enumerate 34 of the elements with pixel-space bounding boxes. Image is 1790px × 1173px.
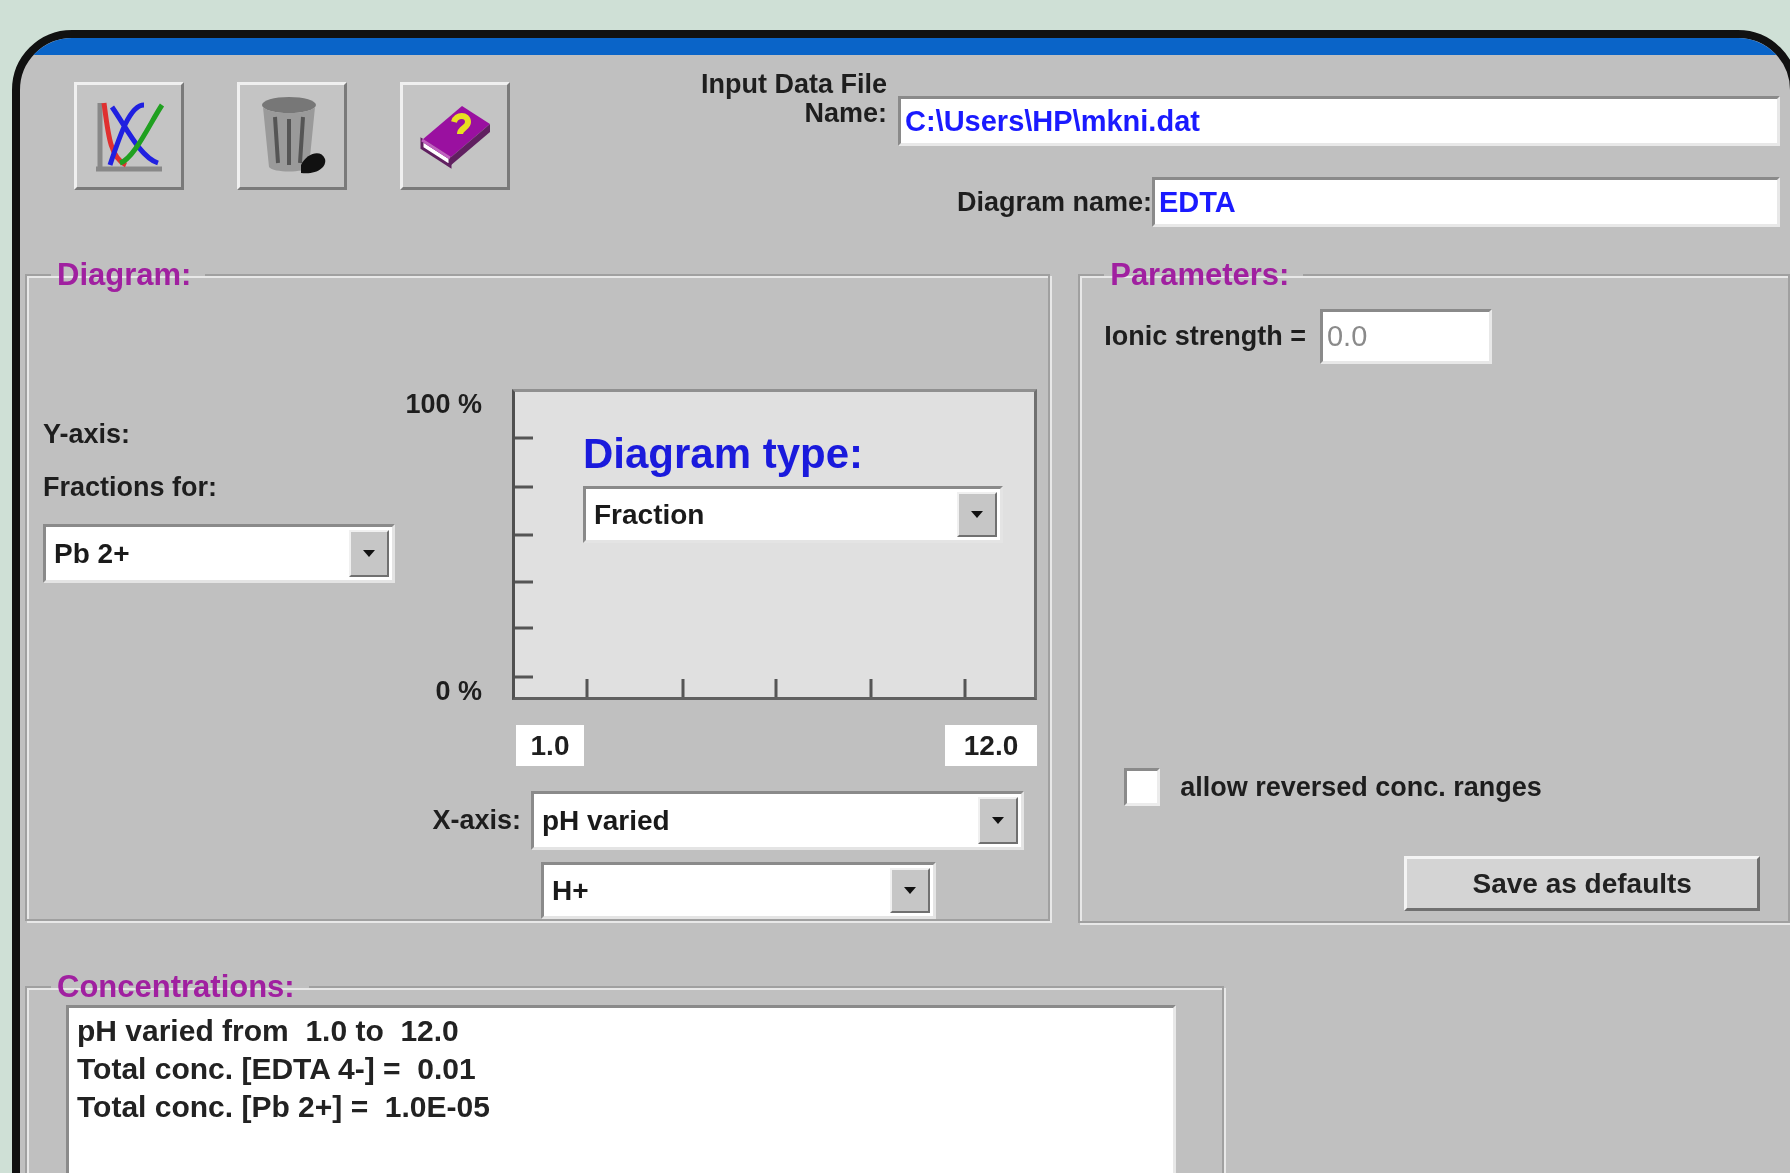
axis-label: 100 % bbox=[405, 389, 482, 420]
save-defaults-button[interactable]: Save as defaults bbox=[1404, 856, 1761, 911]
fractions-label: Fractions for: bbox=[43, 472, 217, 503]
file-name-label: Input Data File Name: bbox=[700, 70, 887, 128]
diagram-name-field[interactable]: EDTA bbox=[1152, 177, 1780, 227]
concentrations-text-box[interactable]: pH varied from 1.0 to 12.0 Total conc. [EDTA 4-] = 0.01 Total conc. [Pb 2+] = 1.0E-05 bbox=[66, 1005, 1176, 1173]
text-line: Total conc. [EDTA 4-] = 0.01 bbox=[77, 1051, 477, 1087]
x-axis-label: X-axis: bbox=[431, 805, 522, 836]
dropdown[interactable]: pH varied bbox=[531, 791, 1024, 850]
text-line: pH varied from 1.0 to 12.0 bbox=[77, 1013, 460, 1049]
x-min-value: 1.0 bbox=[516, 725, 584, 766]
x-max-value: 12.0 bbox=[945, 725, 1037, 766]
group-title: Parameters: bbox=[1110, 257, 1290, 292]
caret-icon bbox=[904, 887, 916, 894]
dropdown[interactable]: Fraction bbox=[583, 486, 1003, 543]
plot-button[interactable] bbox=[74, 82, 184, 190]
text-line: Total conc. [Pb 2+] = 1.0E-05 bbox=[77, 1089, 491, 1125]
file-name-field[interactable]: C:\Users\HP\mkni.dat bbox=[898, 96, 1780, 146]
caret-icon bbox=[363, 550, 375, 557]
dropdown[interactable]: H+ bbox=[541, 862, 936, 919]
help-button[interactable] bbox=[400, 82, 510, 190]
dropdown[interactable]: Pb 2+ bbox=[43, 524, 395, 583]
caret-icon bbox=[992, 817, 1004, 824]
ionic-strength-label: Ionic strength = bbox=[1104, 321, 1306, 352]
checkbox-label: allow reversed conc. ranges bbox=[1180, 771, 1542, 803]
caret-icon bbox=[971, 511, 983, 518]
delete-button[interactable] bbox=[237, 82, 347, 190]
axis-label: 0 % bbox=[435, 676, 482, 707]
group-title: Concentrations: bbox=[57, 969, 295, 1004]
checkbox[interactable] bbox=[1124, 768, 1161, 806]
group-title: Diagram: bbox=[57, 257, 192, 292]
y-axis-label: Y-axis: bbox=[43, 419, 131, 450]
diagram-name-label: Diagram name: bbox=[955, 186, 1152, 218]
diagram-type-label: Diagram type: bbox=[583, 430, 865, 478]
